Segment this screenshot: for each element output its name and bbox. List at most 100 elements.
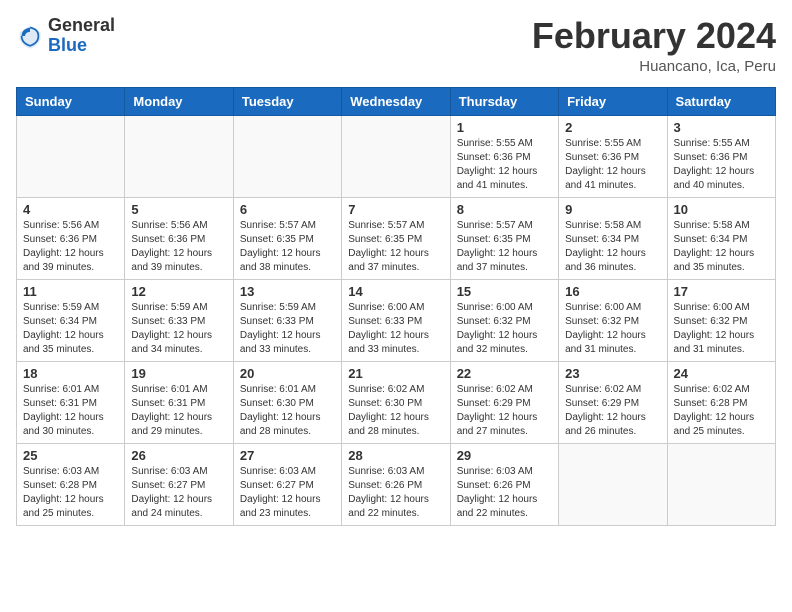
day-number: 26 bbox=[131, 448, 226, 463]
weekday-header: Saturday bbox=[667, 87, 775, 115]
calendar-cell: 18 Sunrise: 6:01 AM Sunset: 6:31 PM Dayli… bbox=[17, 361, 125, 443]
weekday-header: Wednesday bbox=[342, 87, 450, 115]
day-info: Sunrise: 6:01 AM Sunset: 6:31 PM Dayligh… bbox=[23, 383, 118, 439]
day-number: 28 bbox=[348, 448, 443, 463]
calendar-cell bbox=[233, 115, 341, 197]
weekday-header: Friday bbox=[559, 87, 667, 115]
calendar-cell bbox=[125, 115, 233, 197]
day-number: 20 bbox=[240, 366, 335, 381]
day-number: 4 bbox=[23, 202, 118, 217]
logo-general: General bbox=[48, 15, 115, 35]
calendar-cell: 26 Sunrise: 6:03 AM Sunset: 6:27 PM Dayli… bbox=[125, 443, 233, 525]
day-info: Sunrise: 6:03 AM Sunset: 6:27 PM Dayligh… bbox=[240, 465, 335, 521]
calendar-cell: 22 Sunrise: 6:02 AM Sunset: 6:29 PM Dayli… bbox=[450, 361, 558, 443]
calendar-week-row: 18 Sunrise: 6:01 AM Sunset: 6:31 PM Dayli… bbox=[17, 361, 776, 443]
month-title: February 2024 bbox=[532, 16, 776, 56]
calendar-cell: 20 Sunrise: 6:01 AM Sunset: 6:30 PM Dayli… bbox=[233, 361, 341, 443]
day-info: Sunrise: 6:02 AM Sunset: 6:28 PM Dayligh… bbox=[674, 383, 769, 439]
logo-text: General Blue bbox=[48, 16, 115, 56]
day-number: 24 bbox=[674, 366, 769, 381]
calendar-cell: 16Sunrise: 6:00 AM Sunset: 6:32 PM Dayli… bbox=[559, 279, 667, 361]
calendar-cell: 3 Sunrise: 5:55 AM Sunset: 6:36 PM Daylig… bbox=[667, 115, 775, 197]
calendar-cell bbox=[17, 115, 125, 197]
calendar-cell: 29 Sunrise: 6:03 AM Sunset: 6:26 PM Dayli… bbox=[450, 443, 558, 525]
calendar-week-row: 4 Sunrise: 5:56 AM Sunset: 6:36 PM Daylig… bbox=[17, 197, 776, 279]
calendar-cell: 27 Sunrise: 6:03 AM Sunset: 6:27 PM Dayli… bbox=[233, 443, 341, 525]
day-info: Sunrise: 5:57 AM Sunset: 6:35 PM Dayligh… bbox=[348, 219, 443, 275]
calendar-cell: 12 Sunrise: 5:59 AM Sunset: 6:33 PM Dayli… bbox=[125, 279, 233, 361]
weekday-header: Tuesday bbox=[233, 87, 341, 115]
day-info: Sunrise: 6:03 AM Sunset: 6:26 PM Dayligh… bbox=[457, 465, 552, 521]
day-number: 16 bbox=[565, 284, 660, 299]
day-number: 13 bbox=[240, 284, 335, 299]
day-info: Sunrise: 6:02 AM Sunset: 6:30 PM Dayligh… bbox=[348, 383, 443, 439]
calendar-cell bbox=[559, 443, 667, 525]
day-info: Sunrise: 6:01 AM Sunset: 6:31 PM Dayligh… bbox=[131, 383, 226, 439]
day-number: 11 bbox=[23, 284, 118, 299]
day-info: Sunrise: 5:57 AM Sunset: 6:35 PM Dayligh… bbox=[457, 219, 552, 275]
calendar-cell: 15Sunrise: 6:00 AM Sunset: 6:32 PM Dayli… bbox=[450, 279, 558, 361]
calendar-cell bbox=[342, 115, 450, 197]
calendar-cell: 17 Sunrise: 6:00 AM Sunset: 6:32 PM Dayli… bbox=[667, 279, 775, 361]
day-number: 17 bbox=[674, 284, 769, 299]
day-number: 21 bbox=[348, 366, 443, 381]
day-info: Sunrise: 5:56 AM Sunset: 6:36 PM Dayligh… bbox=[23, 219, 118, 275]
day-info: Sunrise: 5:59 AM Sunset: 6:33 PM Dayligh… bbox=[131, 301, 226, 357]
calendar-cell: 2 Sunrise: 5:55 AM Sunset: 6:36 PM Daylig… bbox=[559, 115, 667, 197]
day-number: 3 bbox=[674, 120, 769, 135]
day-number: 2 bbox=[565, 120, 660, 135]
day-info: Sunrise: 6:03 AM Sunset: 6:28 PM Dayligh… bbox=[23, 465, 118, 521]
day-info: Sunrise: 6:03 AM Sunset: 6:27 PM Dayligh… bbox=[131, 465, 226, 521]
calendar-cell: 9 Sunrise: 5:58 AM Sunset: 6:34 PM Daylig… bbox=[559, 197, 667, 279]
day-number: 22 bbox=[457, 366, 552, 381]
calendar-week-row: 11 Sunrise: 5:59 AM Sunset: 6:34 PM Dayli… bbox=[17, 279, 776, 361]
weekday-header: Thursday bbox=[450, 87, 558, 115]
calendar-cell: 21 Sunrise: 6:02 AM Sunset: 6:30 PM Dayli… bbox=[342, 361, 450, 443]
location: Huancano, Ica, Peru bbox=[532, 58, 776, 75]
day-info: Sunrise: 5:57 AM Sunset: 6:35 PM Dayligh… bbox=[240, 219, 335, 275]
day-number: 9 bbox=[565, 202, 660, 217]
day-info: Sunrise: 6:00 AM Sunset: 6:33 PM Dayligh… bbox=[348, 301, 443, 357]
weekday-header-row: SundayMondayTuesdayWednesdayThursdayFrid… bbox=[17, 87, 776, 115]
day-number: 12 bbox=[131, 284, 226, 299]
calendar-cell: 5 Sunrise: 5:56 AM Sunset: 6:36 PM Daylig… bbox=[125, 197, 233, 279]
calendar-cell: 1Sunrise: 5:55 AM Sunset: 6:36 PM Daylig… bbox=[450, 115, 558, 197]
weekday-header: Sunday bbox=[17, 87, 125, 115]
logo-blue: Blue bbox=[48, 35, 87, 55]
day-info: Sunrise: 6:02 AM Sunset: 6:29 PM Dayligh… bbox=[457, 383, 552, 439]
calendar-cell: 4 Sunrise: 5:56 AM Sunset: 6:36 PM Daylig… bbox=[17, 197, 125, 279]
calendar-cell: 6 Sunrise: 5:57 AM Sunset: 6:35 PM Daylig… bbox=[233, 197, 341, 279]
day-info: Sunrise: 6:03 AM Sunset: 6:26 PM Dayligh… bbox=[348, 465, 443, 521]
day-number: 29 bbox=[457, 448, 552, 463]
day-number: 18 bbox=[23, 366, 118, 381]
day-info: Sunrise: 6:01 AM Sunset: 6:30 PM Dayligh… bbox=[240, 383, 335, 439]
day-number: 6 bbox=[240, 202, 335, 217]
day-number: 27 bbox=[240, 448, 335, 463]
header: General Blue February 2024 Huancano, Ica… bbox=[16, 16, 776, 75]
day-info: Sunrise: 5:55 AM Sunset: 6:36 PM Dayligh… bbox=[674, 137, 769, 193]
day-info: Sunrise: 5:55 AM Sunset: 6:36 PM Dayligh… bbox=[565, 137, 660, 193]
day-number: 5 bbox=[131, 202, 226, 217]
calendar-cell: 14Sunrise: 6:00 AM Sunset: 6:33 PM Dayli… bbox=[342, 279, 450, 361]
day-info: Sunrise: 5:56 AM Sunset: 6:36 PM Dayligh… bbox=[131, 219, 226, 275]
day-info: Sunrise: 6:00 AM Sunset: 6:32 PM Dayligh… bbox=[457, 301, 552, 357]
calendar-cell: 10Sunrise: 5:58 AM Sunset: 6:34 PM Dayli… bbox=[667, 197, 775, 279]
day-info: Sunrise: 5:58 AM Sunset: 6:34 PM Dayligh… bbox=[674, 219, 769, 275]
day-info: Sunrise: 5:59 AM Sunset: 6:33 PM Dayligh… bbox=[240, 301, 335, 357]
calendar-cell: 13 Sunrise: 5:59 AM Sunset: 6:33 PM Dayli… bbox=[233, 279, 341, 361]
day-info: Sunrise: 6:00 AM Sunset: 6:32 PM Dayligh… bbox=[674, 301, 769, 357]
calendar-cell bbox=[667, 443, 775, 525]
calendar: SundayMondayTuesdayWednesdayThursdayFrid… bbox=[16, 87, 776, 526]
calendar-cell: 24 Sunrise: 6:02 AM Sunset: 6:28 PM Dayli… bbox=[667, 361, 775, 443]
day-info: Sunrise: 5:59 AM Sunset: 6:34 PM Dayligh… bbox=[23, 301, 118, 357]
day-number: 7 bbox=[348, 202, 443, 217]
day-info: Sunrise: 5:58 AM Sunset: 6:34 PM Dayligh… bbox=[565, 219, 660, 275]
calendar-cell: 25 Sunrise: 6:03 AM Sunset: 6:28 PM Dayli… bbox=[17, 443, 125, 525]
calendar-cell: 7 Sunrise: 5:57 AM Sunset: 6:35 PM Daylig… bbox=[342, 197, 450, 279]
title-block: February 2024 Huancano, Ica, Peru bbox=[532, 16, 776, 75]
calendar-cell: 28 Sunrise: 6:03 AM Sunset: 6:26 PM Dayli… bbox=[342, 443, 450, 525]
day-info: Sunrise: 5:55 AM Sunset: 6:36 PM Dayligh… bbox=[457, 137, 552, 193]
day-number: 25 bbox=[23, 448, 118, 463]
calendar-cell: 11 Sunrise: 5:59 AM Sunset: 6:34 PM Dayli… bbox=[17, 279, 125, 361]
calendar-week-row: 1Sunrise: 5:55 AM Sunset: 6:36 PM Daylig… bbox=[17, 115, 776, 197]
